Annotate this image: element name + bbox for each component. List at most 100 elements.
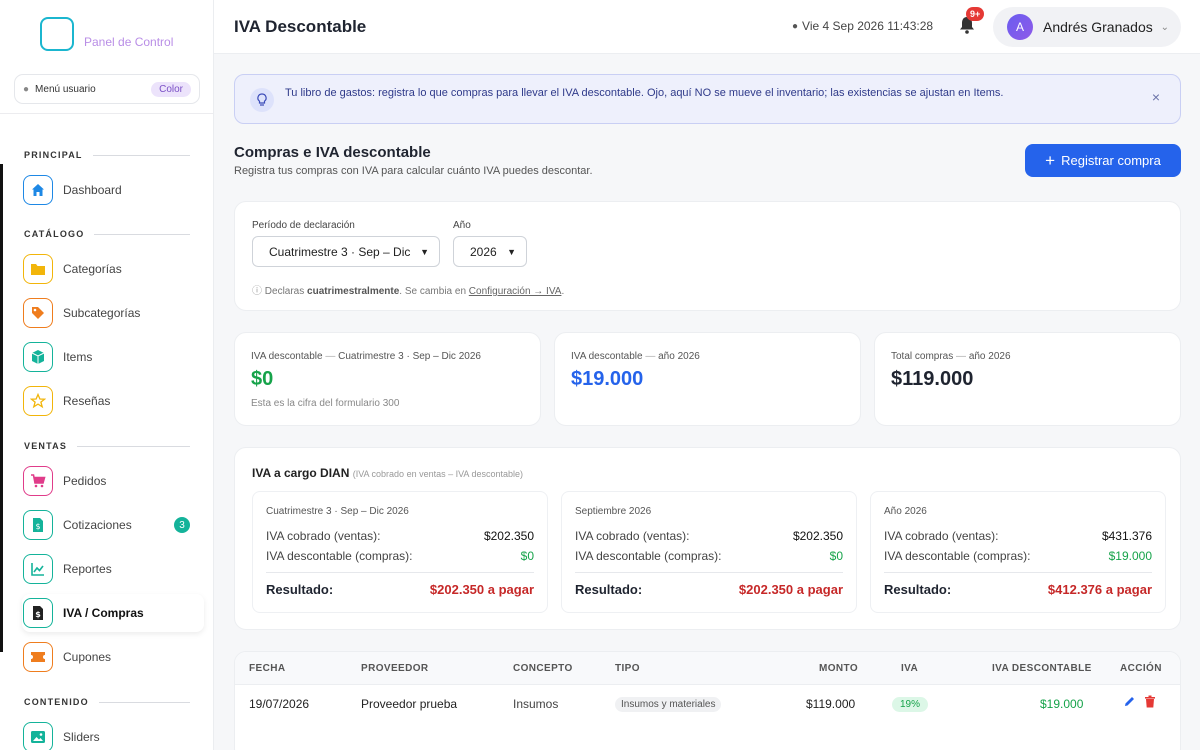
- chevron-down-icon: ▼: [420, 246, 429, 257]
- purchases-table: FECHA PROVEEDOR CONCEPTO TIPO MONTO IVA …: [234, 651, 1181, 750]
- sidebar-item-label: IVA / Compras: [63, 606, 144, 620]
- info-icon: ⓘ: [252, 286, 262, 297]
- section-header-principal: PRINCIPAL: [24, 150, 190, 160]
- sidebar-item-cupones[interactable]: Cupones: [22, 638, 204, 676]
- descontable-row: IVA descontable (compras): $0: [575, 549, 843, 563]
- sidebar-item-sliders[interactable]: Sliders: [22, 718, 204, 750]
- section-header-catalogo: CATÁLOGO: [24, 229, 190, 239]
- dian-card-title: Año 2026: [884, 506, 927, 517]
- user-profile-button[interactable]: A Andrés Granados ⌄: [993, 7, 1181, 47]
- stat-card: Total compras — año 2026 $119.000: [874, 332, 1181, 426]
- close-icon[interactable]: ×: [1152, 89, 1160, 105]
- year-label: Año: [453, 220, 471, 231]
- sidebar-item-label: Cupones: [63, 650, 112, 664]
- sidebar-item-label: Pedidos: [63, 474, 107, 488]
- stat-note: Esta es la cifra del formulario 300: [251, 398, 400, 409]
- invoice-icon: $: [23, 510, 53, 540]
- brand-logo[interactable]: [40, 17, 74, 51]
- cell-proveedor: Proveedor prueba: [361, 697, 458, 711]
- edit-icon[interactable]: [1123, 695, 1136, 711]
- divider: [266, 572, 534, 573]
- page-title: IVA Descontable: [234, 17, 367, 36]
- sidebar-item-label: Reseñas: [63, 394, 111, 408]
- datetime: ● Vie 4 Sep 2026 11:43:28: [792, 19, 933, 33]
- receipt-icon: $: [23, 598, 53, 628]
- notification-badge: 9+: [966, 7, 985, 21]
- divider: [884, 572, 1152, 573]
- period-hint: ⓘ Declaras cuatrimestralmente. Se cambia…: [252, 286, 565, 297]
- sidebar-divider: [0, 113, 213, 114]
- sidebar-item-label: Reportes: [63, 562, 112, 576]
- tipo-tag: Insumos y materiales: [615, 697, 722, 712]
- sidebar-item-label: Subcategorías: [63, 306, 141, 320]
- sidebar-item-label: Items: [63, 350, 93, 364]
- chart-icon: [23, 554, 53, 584]
- column-header[interactable]: CONCEPTO: [513, 663, 573, 674]
- year-select[interactable]: 2026 ▼: [453, 236, 527, 267]
- sidebar-item-reportes[interactable]: Reportes: [22, 550, 204, 588]
- trash-icon[interactable]: [1144, 695, 1156, 711]
- sidebar-item-pedidos[interactable]: Pedidos: [22, 462, 204, 500]
- stat-card: IVA descontable — año 2026 $19.000: [554, 332, 861, 426]
- dian-month-card: Septiembre 2026 IVA cobrado (ventas): $20…: [561, 491, 857, 613]
- image-icon: [23, 722, 53, 750]
- column-header[interactable]: TIPO: [615, 663, 640, 674]
- stat-value: $0: [251, 368, 274, 390]
- sidebar-scroll-indicator: [0, 164, 3, 652]
- sidebar-item-label: Categorías: [63, 262, 122, 276]
- sidebar-item-subcategorias[interactable]: Subcategorías: [22, 294, 204, 332]
- descontable-row: IVA descontable (compras): $0: [266, 549, 534, 563]
- column-header[interactable]: MONTO: [819, 663, 858, 674]
- column-header[interactable]: IVA DESCONTABLE: [992, 663, 1092, 674]
- register-purchase-button[interactable]: + Registrar compra: [1025, 144, 1181, 177]
- cotizaciones-count-badge: 3: [174, 517, 190, 533]
- clock-icon: ●: [792, 20, 799, 32]
- sidebar: Panel de Control ● Menú usuario Color PR…: [0, 0, 214, 750]
- sidebar-item-categorias[interactable]: Categorías: [22, 250, 204, 288]
- cart-icon: [23, 466, 53, 496]
- cobrado-row: IVA cobrado (ventas): $202.350: [575, 529, 843, 543]
- section-title: Compras e IVA descontable: [234, 144, 431, 161]
- section-subtitle: Registra tus compras con IVA para calcul…: [234, 165, 593, 177]
- dian-title: IVA a cargo DIAN (IVA cobrado en ventas …: [252, 466, 523, 480]
- column-header: ACCIÓN: [1120, 663, 1162, 674]
- stat-label: IVA descontable — Cuatrimestre 3 · Sep –…: [251, 351, 481, 362]
- sidebar-item-dashboard[interactable]: Dashboard: [22, 171, 204, 209]
- sidebar-item-resenas[interactable]: Reseñas: [22, 382, 204, 420]
- datetime-text: Vie 4 Sep 2026 11:43:28: [802, 19, 934, 33]
- cube-icon: [23, 342, 53, 372]
- cell-iva: 19%: [892, 696, 929, 712]
- period-label: Período de declaración: [252, 220, 355, 231]
- cell-fecha: 19/07/2026: [249, 697, 310, 711]
- cell-tipo: Insumos y materiales: [615, 696, 722, 712]
- column-header[interactable]: IVA: [901, 663, 918, 674]
- folder-icon: [23, 254, 53, 284]
- filter-card: Período de declaración Cuatrimestre 3 · …: [234, 201, 1181, 311]
- avatar: A: [1007, 14, 1033, 40]
- chevron-down-icon: ⌄: [1160, 21, 1169, 33]
- sidebar-item-cotizaciones[interactable]: $ Cotizaciones 3: [22, 506, 204, 544]
- column-header[interactable]: PROVEEDOR: [361, 663, 429, 674]
- sidebar-item-items[interactable]: Items: [22, 338, 204, 376]
- dian-card-title: Cuatrimestre 3 · Sep – Dic 2026: [266, 506, 409, 517]
- dian-card: IVA a cargo DIAN (IVA cobrado en ventas …: [234, 447, 1181, 630]
- cell-iva-descontable: $19.000: [1040, 697, 1084, 711]
- column-header[interactable]: FECHA: [249, 663, 285, 674]
- section-header-ventas: VENTAS: [24, 441, 190, 451]
- config-iva-link[interactable]: Configuración → IVA: [469, 286, 562, 297]
- period-select-value: Cuatrimestre 3 · Sep – Dic: [269, 244, 411, 259]
- ticket-icon: [23, 642, 53, 672]
- sidebar-item-label: Dashboard: [63, 183, 122, 197]
- sidebar-item-iva-compras[interactable]: $ IVA / Compras: [22, 594, 204, 632]
- stat-card: IVA descontable — Cuatrimestre 3 · Sep –…: [234, 332, 541, 426]
- stat-value: $19.000: [571, 368, 644, 390]
- iva-rate-badge: 19%: [892, 697, 929, 712]
- period-select[interactable]: Cuatrimestre 3 · Sep – Dic ▼: [252, 236, 440, 267]
- dian-card-title: Septiembre 2026: [575, 506, 652, 517]
- brand-text: Panel de Control: [84, 35, 174, 49]
- color-pill[interactable]: Color: [151, 81, 191, 97]
- descontable-row: IVA descontable (compras): $19.000: [884, 549, 1152, 563]
- user-menu-button[interactable]: ● Menú usuario Color: [14, 74, 200, 104]
- table-header: FECHA PROVEEDOR CONCEPTO TIPO MONTO IVA …: [235, 652, 1180, 685]
- dian-period-card: Cuatrimestre 3 · Sep – Dic 2026 IVA cobr…: [252, 491, 548, 613]
